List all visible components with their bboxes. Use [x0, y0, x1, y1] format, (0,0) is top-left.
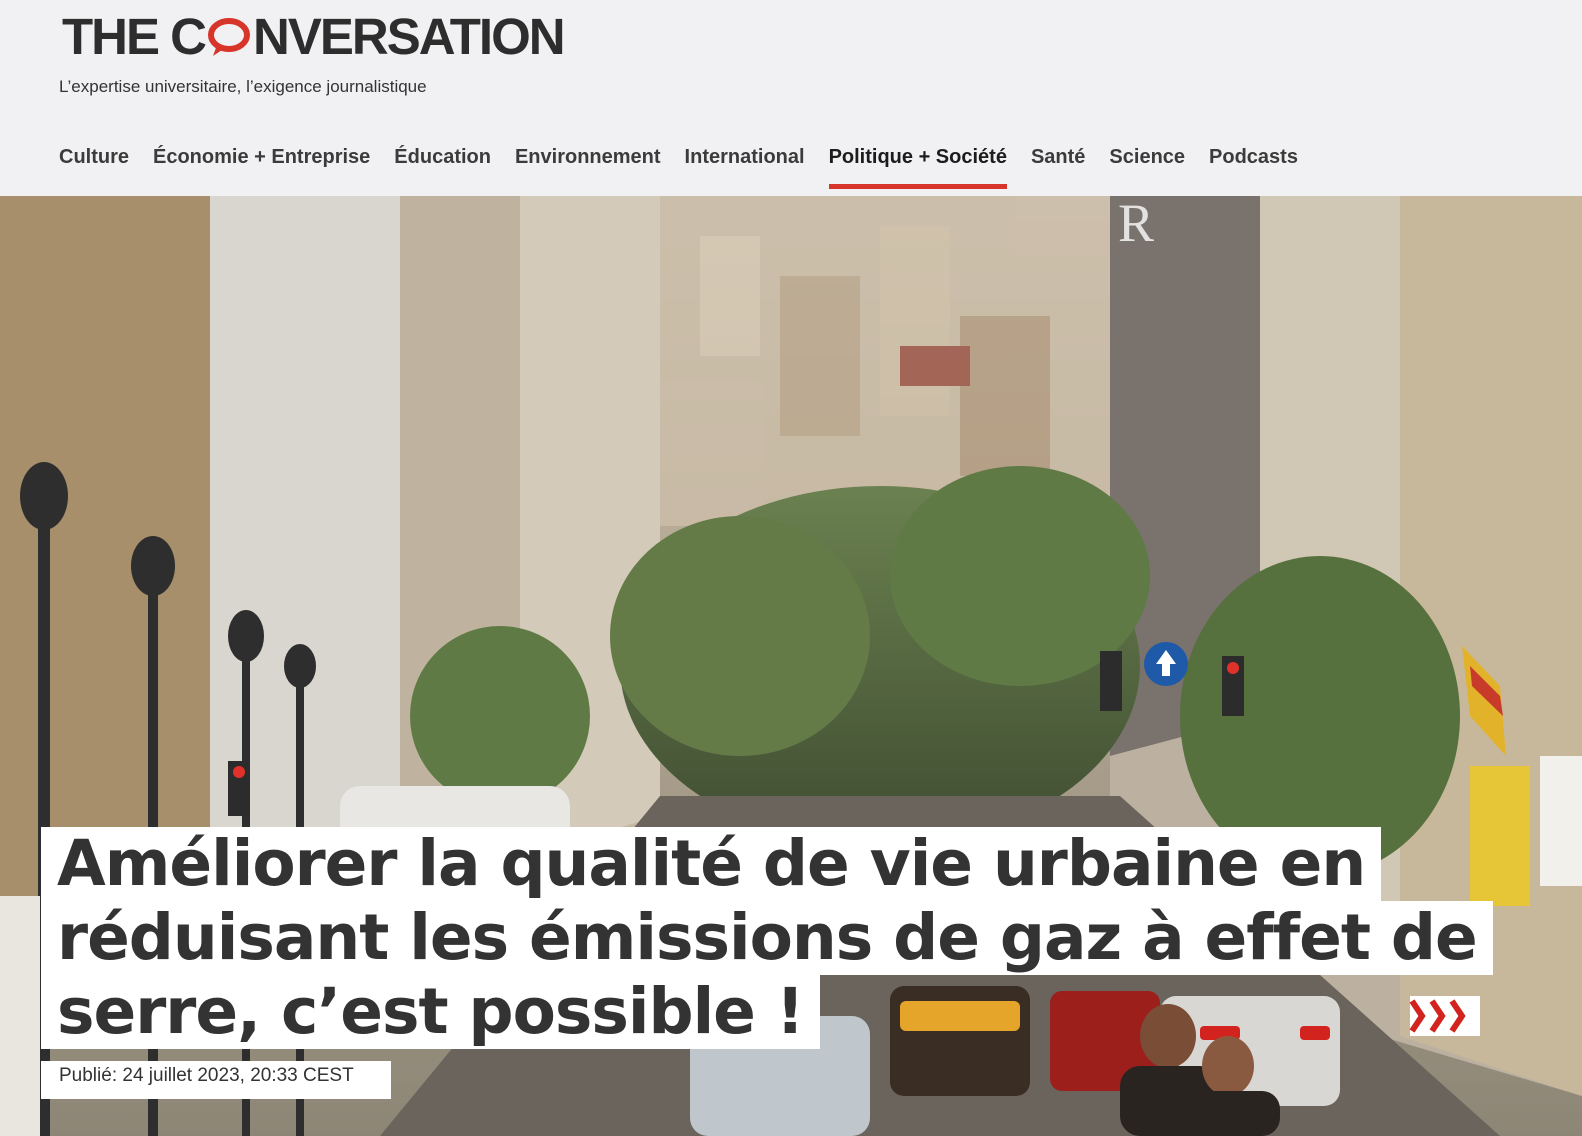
article-title-line-2: réduisant les émissions de gaz à effet d… — [41, 901, 1493, 975]
site-header: THE C NVERSATION L’expertise universitai… — [0, 0, 1582, 196]
nav-item-economie-entreprise[interactable]: Économie + Entreprise — [153, 146, 370, 189]
logo-text-end: NVERSATION — [253, 7, 566, 65]
article-title[interactable]: Améliorer la qualité de vie urbaine en r… — [41, 827, 1493, 1049]
nav-item-international[interactable]: International — [685, 146, 805, 189]
article-title-line-1: Améliorer la qualité de vie urbaine en — [41, 827, 1382, 901]
nav-item-environnement[interactable]: Environnement — [515, 146, 661, 189]
nav-item-podcasts[interactable]: Podcasts — [1209, 146, 1298, 189]
logo-text-start: THE C — [62, 7, 207, 65]
nav-item-culture[interactable]: Culture — [59, 146, 129, 189]
nav-item-science[interactable]: Science — [1109, 146, 1185, 189]
nav-item-sante[interactable]: Santé — [1031, 146, 1085, 189]
svg-text:R: R — [1118, 196, 1154, 253]
nav-item-politique-societe[interactable]: Politique + Société — [828, 146, 1008, 189]
tagline: L’expertise universitaire, l’exigence jo… — [59, 77, 427, 96]
article-title-line-3: serre, c’est possible ! — [41, 975, 820, 1049]
site-logo[interactable]: THE C NVERSATION — [62, 7, 566, 65]
nav-item-education[interactable]: Éducation — [394, 146, 491, 189]
speech-bubble-icon — [207, 16, 251, 56]
main-navigation: Culture Économie + Entreprise Éducation … — [59, 146, 1322, 189]
published-date: Publié: 24 juillet 2023, 20:33 CEST — [41, 1061, 391, 1099]
